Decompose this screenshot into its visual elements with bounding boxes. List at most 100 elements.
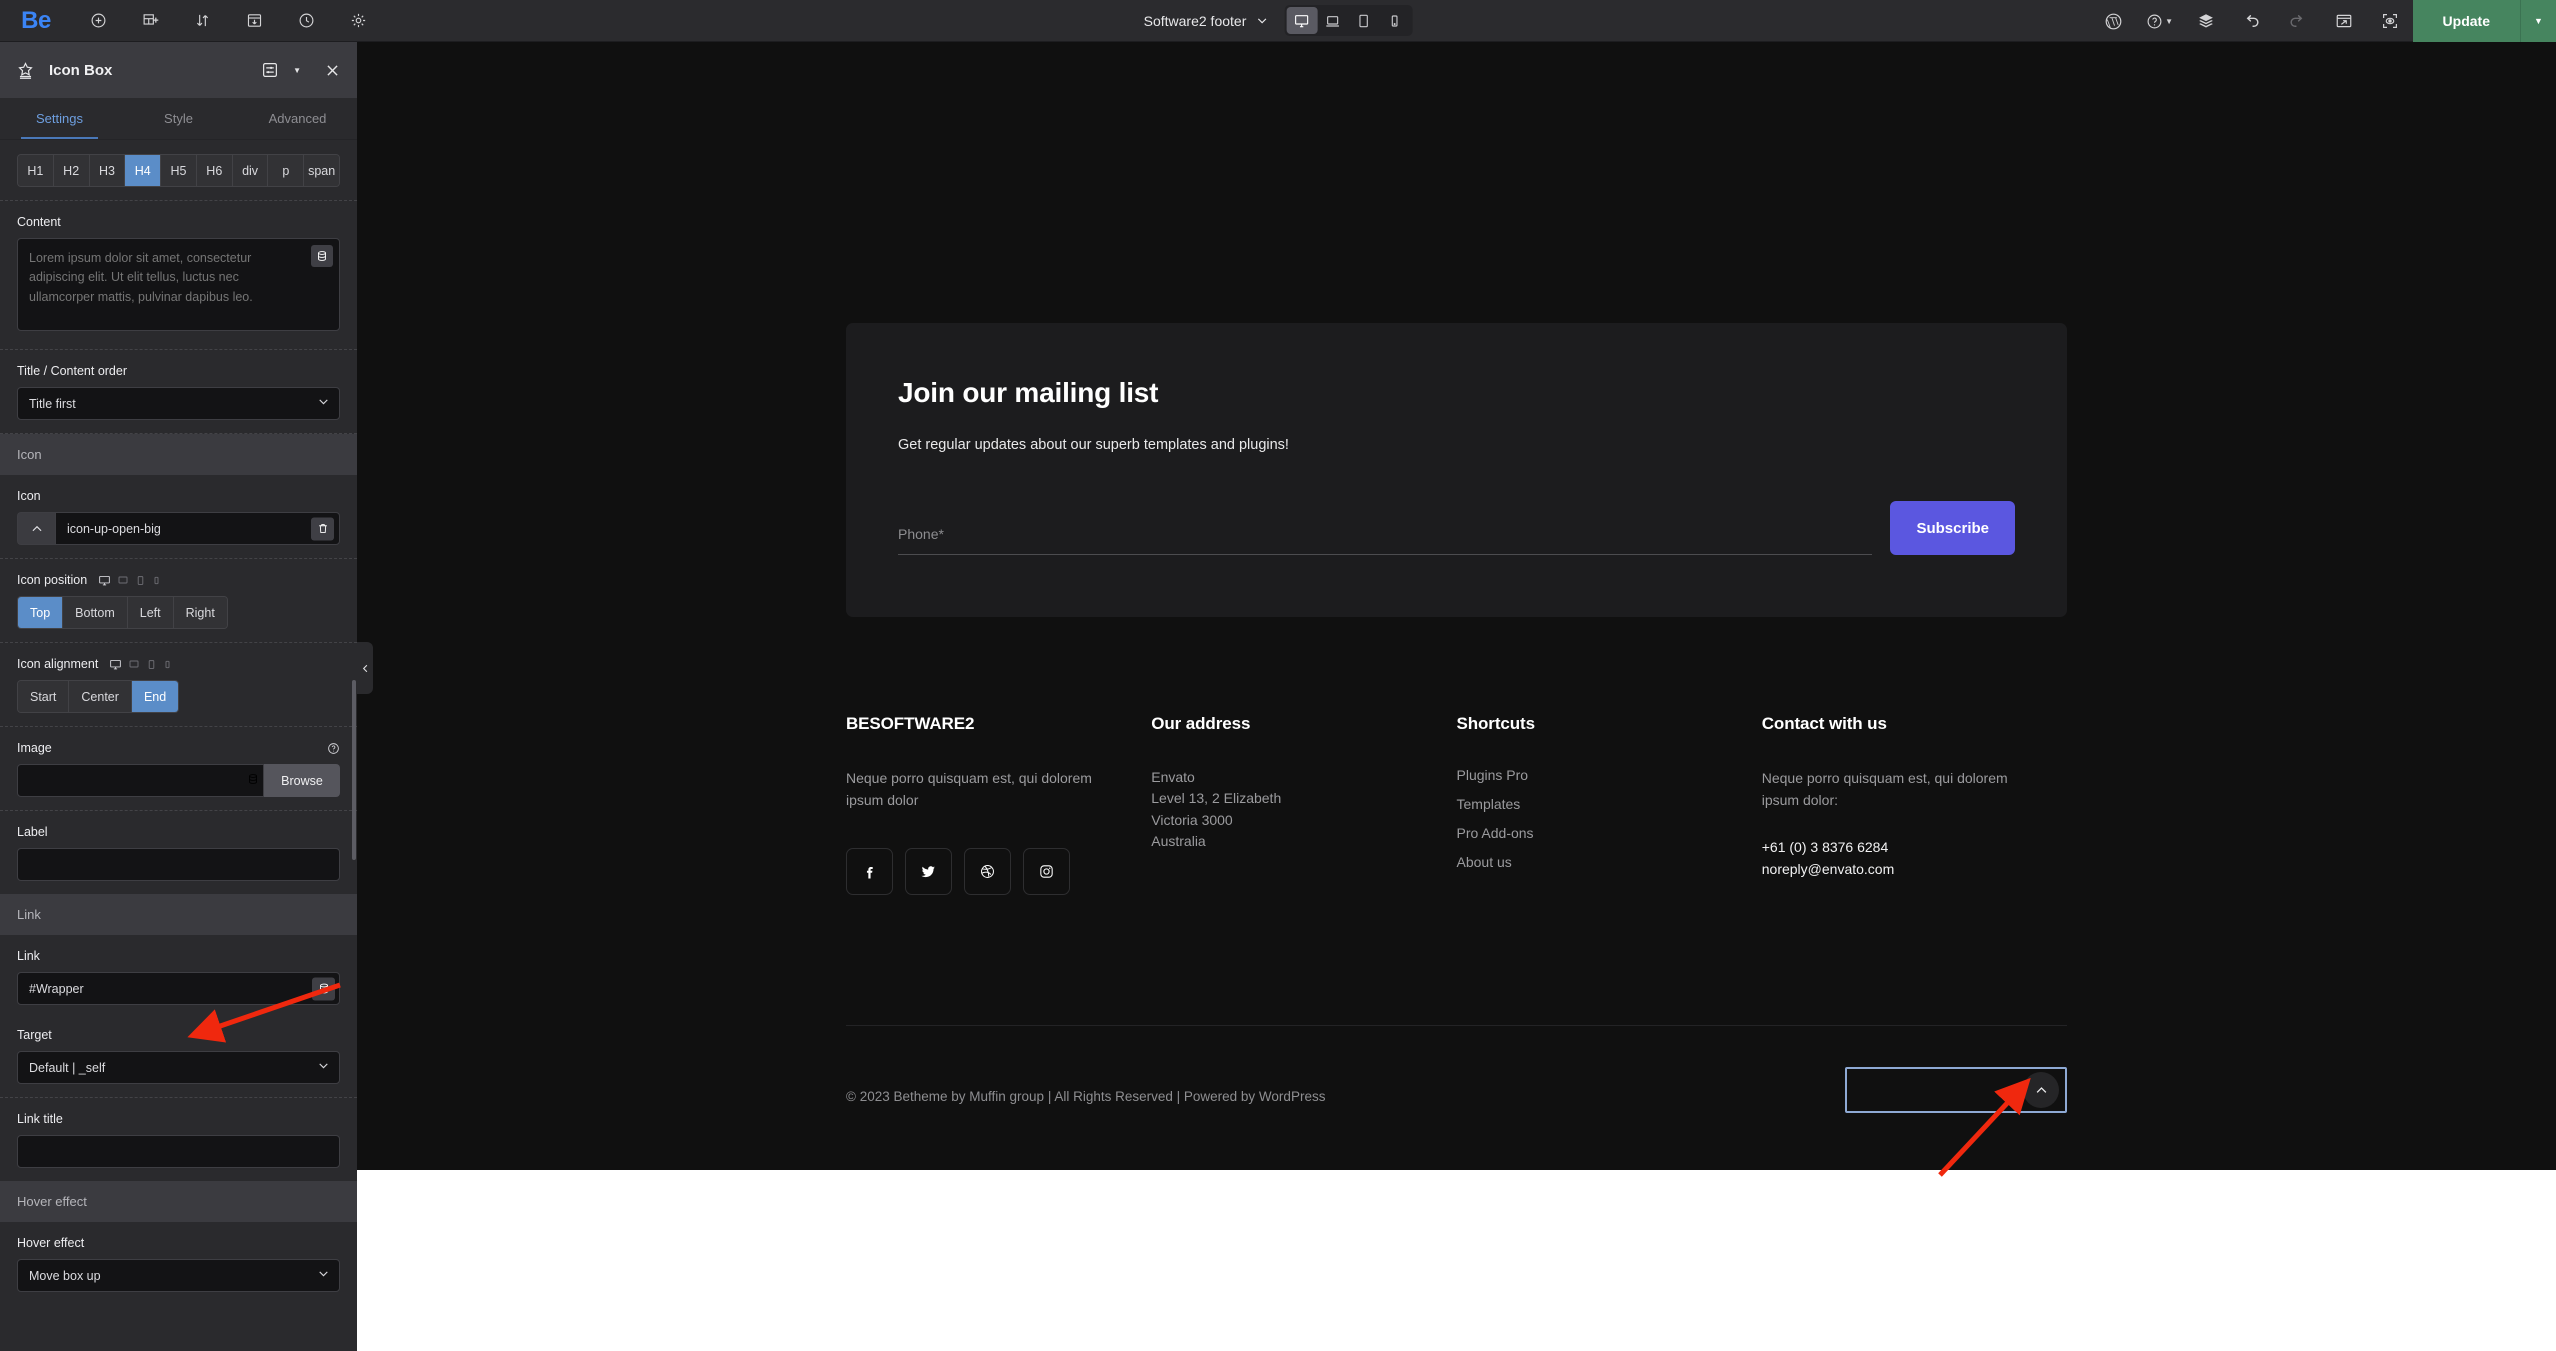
content-label: Content bbox=[17, 215, 61, 229]
panel-collapse-handle[interactable] bbox=[357, 642, 373, 694]
hover-effect-select-wrap: Move box up bbox=[17, 1259, 340, 1292]
undo-icon[interactable] bbox=[2229, 0, 2275, 42]
icon-position-label: Icon position bbox=[17, 573, 88, 587]
label-input[interactable] bbox=[17, 848, 340, 881]
footer-column-shortcuts: Shortcuts Plugins Pro Templates Pro Add-… bbox=[1457, 714, 1762, 895]
icon-alignment-label: Icon alignment bbox=[17, 657, 99, 671]
shortcut-link-about-us[interactable]: About us bbox=[1457, 854, 1736, 870]
icon-alignment-label-row: Icon alignment bbox=[17, 657, 340, 671]
save-template-icon[interactable] bbox=[228, 0, 280, 42]
icon-position-bottom[interactable]: Bottom bbox=[63, 597, 128, 628]
device-laptop-icon[interactable] bbox=[128, 658, 140, 670]
tag-option-h4[interactable]: H4 bbox=[125, 155, 162, 186]
social-links bbox=[846, 847, 1125, 895]
tag-option-span[interactable]: span bbox=[304, 155, 339, 186]
device-desktop-icon[interactable] bbox=[98, 574, 111, 587]
shortcut-link-templates[interactable]: Templates bbox=[1457, 796, 1736, 812]
facebook-icon[interactable] bbox=[846, 847, 893, 895]
icon-position-left[interactable]: Left bbox=[127, 597, 174, 628]
tag-option-h3[interactable]: H3 bbox=[89, 155, 126, 186]
redo-icon[interactable] bbox=[2275, 0, 2321, 42]
device-mobile-icon[interactable] bbox=[152, 576, 161, 585]
hover-effect-select[interactable]: Move box up bbox=[17, 1259, 340, 1292]
tag-option-div[interactable]: div bbox=[232, 155, 269, 186]
image-dynamic-data-icon[interactable] bbox=[247, 772, 259, 790]
tag-option-h6[interactable]: H6 bbox=[196, 155, 233, 186]
tag-option-p[interactable]: p bbox=[268, 155, 305, 186]
panel-title: Icon Box bbox=[49, 61, 113, 79]
footer-column-brand: BESOFTWARE2 Neque porro quisquam est, qu… bbox=[846, 714, 1151, 895]
icon-alignment-center[interactable]: Center bbox=[69, 681, 132, 712]
tag-option-h5[interactable]: H5 bbox=[161, 155, 197, 186]
link-dynamic-data-icon[interactable] bbox=[312, 977, 335, 1000]
image-input[interactable] bbox=[17, 764, 264, 797]
chevron-up-icon[interactable] bbox=[17, 512, 55, 545]
twitter-icon[interactable] bbox=[905, 847, 952, 895]
footer-address-text: Envato Level 13, 2 Elizabeth Victoria 30… bbox=[1151, 769, 1282, 849]
footer-brand-text: Neque porro quisquam est, qui dolorem ip… bbox=[846, 770, 1092, 809]
settings-gear-icon[interactable] bbox=[332, 0, 384, 42]
image-help-icon[interactable] bbox=[327, 742, 340, 755]
device-laptop-button[interactable] bbox=[1317, 7, 1348, 34]
help-icon[interactable]: ▼ bbox=[2137, 0, 2183, 42]
trash-icon[interactable] bbox=[311, 517, 334, 540]
image-browse-button[interactable]: Browse bbox=[264, 764, 340, 797]
tab-style[interactable]: Style bbox=[119, 98, 238, 139]
panel-presets-icon[interactable] bbox=[261, 61, 279, 79]
icon-alignment-end[interactable]: End bbox=[131, 681, 179, 712]
preview-icon[interactable] bbox=[2321, 0, 2367, 42]
title-content-order-select[interactable]: Title first bbox=[17, 387, 340, 420]
target-section: Target Default | _self bbox=[0, 1018, 357, 1098]
device-mobile-icon[interactable] bbox=[163, 660, 172, 669]
icon-position-top[interactable]: Top bbox=[18, 597, 64, 628]
tag-option-h1[interactable]: H1 bbox=[18, 155, 54, 186]
tab-advanced[interactable]: Advanced bbox=[238, 98, 357, 139]
phone-field[interactable]: Phone* bbox=[898, 526, 1873, 555]
footer-heading-brand: BESOFTWARE2 bbox=[846, 714, 975, 733]
content-textarea[interactable] bbox=[17, 238, 340, 331]
layers-icon[interactable] bbox=[2183, 0, 2229, 42]
footer-contact-details: +61 (0) 3 8376 6284 noreply@envato.com bbox=[1761, 838, 1895, 878]
responsive-device-toggles bbox=[98, 574, 161, 587]
target-select[interactable]: Default | _self bbox=[17, 1051, 340, 1084]
wordpress-icon[interactable] bbox=[2091, 0, 2137, 42]
device-tablet-icon[interactable] bbox=[135, 575, 146, 586]
target-label: Target bbox=[17, 1028, 52, 1042]
device-desktop-icon[interactable] bbox=[109, 658, 122, 671]
device-desktop-button[interactable] bbox=[1286, 7, 1318, 34]
instagram-icon[interactable] bbox=[1023, 847, 1070, 895]
link-input[interactable] bbox=[17, 972, 340, 1005]
chevron-up-icon[interactable] bbox=[2023, 1072, 2059, 1108]
panel-scrollbar[interactable] bbox=[352, 680, 356, 860]
dribbble-icon[interactable] bbox=[964, 847, 1011, 895]
content-dynamic-data-icon[interactable] bbox=[311, 245, 333, 267]
copyright-text: © 2023 Betheme by Muffin group | All Rig… bbox=[846, 1088, 1326, 1104]
device-tablet-icon[interactable] bbox=[146, 659, 157, 670]
page-selector[interactable]: Software2 footer bbox=[1144, 13, 1269, 29]
footer-page-preview: Join our mailing list Get regular update… bbox=[357, 42, 2556, 1170]
tag-option-h2[interactable]: H2 bbox=[53, 155, 90, 186]
focus-mode-icon[interactable] bbox=[2367, 0, 2413, 42]
icon-alignment-start[interactable]: Start bbox=[18, 681, 70, 712]
tab-settings[interactable]: Settings bbox=[0, 98, 119, 139]
device-laptop-icon[interactable] bbox=[117, 574, 129, 586]
subscribe-button[interactable]: Subscribe bbox=[1890, 501, 2015, 555]
link-title-input[interactable] bbox=[17, 1135, 340, 1168]
title-content-order-label: Title / Content order bbox=[17, 364, 128, 378]
reorder-icon[interactable] bbox=[176, 0, 228, 42]
update-button[interactable]: Update bbox=[2412, 0, 2520, 42]
device-mobile-button[interactable] bbox=[1379, 7, 1410, 34]
panel-presets-caret-icon[interactable]: ▼ bbox=[293, 66, 301, 75]
be-logo[interactable]: Be bbox=[0, 0, 72, 42]
add-circle-icon[interactable] bbox=[72, 0, 124, 42]
scroll-to-top-widget[interactable] bbox=[1845, 1067, 2067, 1113]
history-icon[interactable] bbox=[280, 0, 332, 42]
add-section-icon[interactable] bbox=[124, 0, 176, 42]
close-icon[interactable] bbox=[324, 62, 341, 79]
update-options-caret-icon[interactable]: ▼ bbox=[2520, 0, 2556, 42]
device-tablet-button[interactable] bbox=[1348, 7, 1379, 34]
icon-name-field[interactable]: icon-up-open-big bbox=[55, 512, 340, 545]
shortcut-link-pro-add-ons[interactable]: Pro Add-ons bbox=[1457, 825, 1736, 841]
icon-position-right[interactable]: Right bbox=[173, 597, 227, 628]
shortcut-link-plugins-pro[interactable]: Plugins Pro bbox=[1457, 767, 1736, 783]
